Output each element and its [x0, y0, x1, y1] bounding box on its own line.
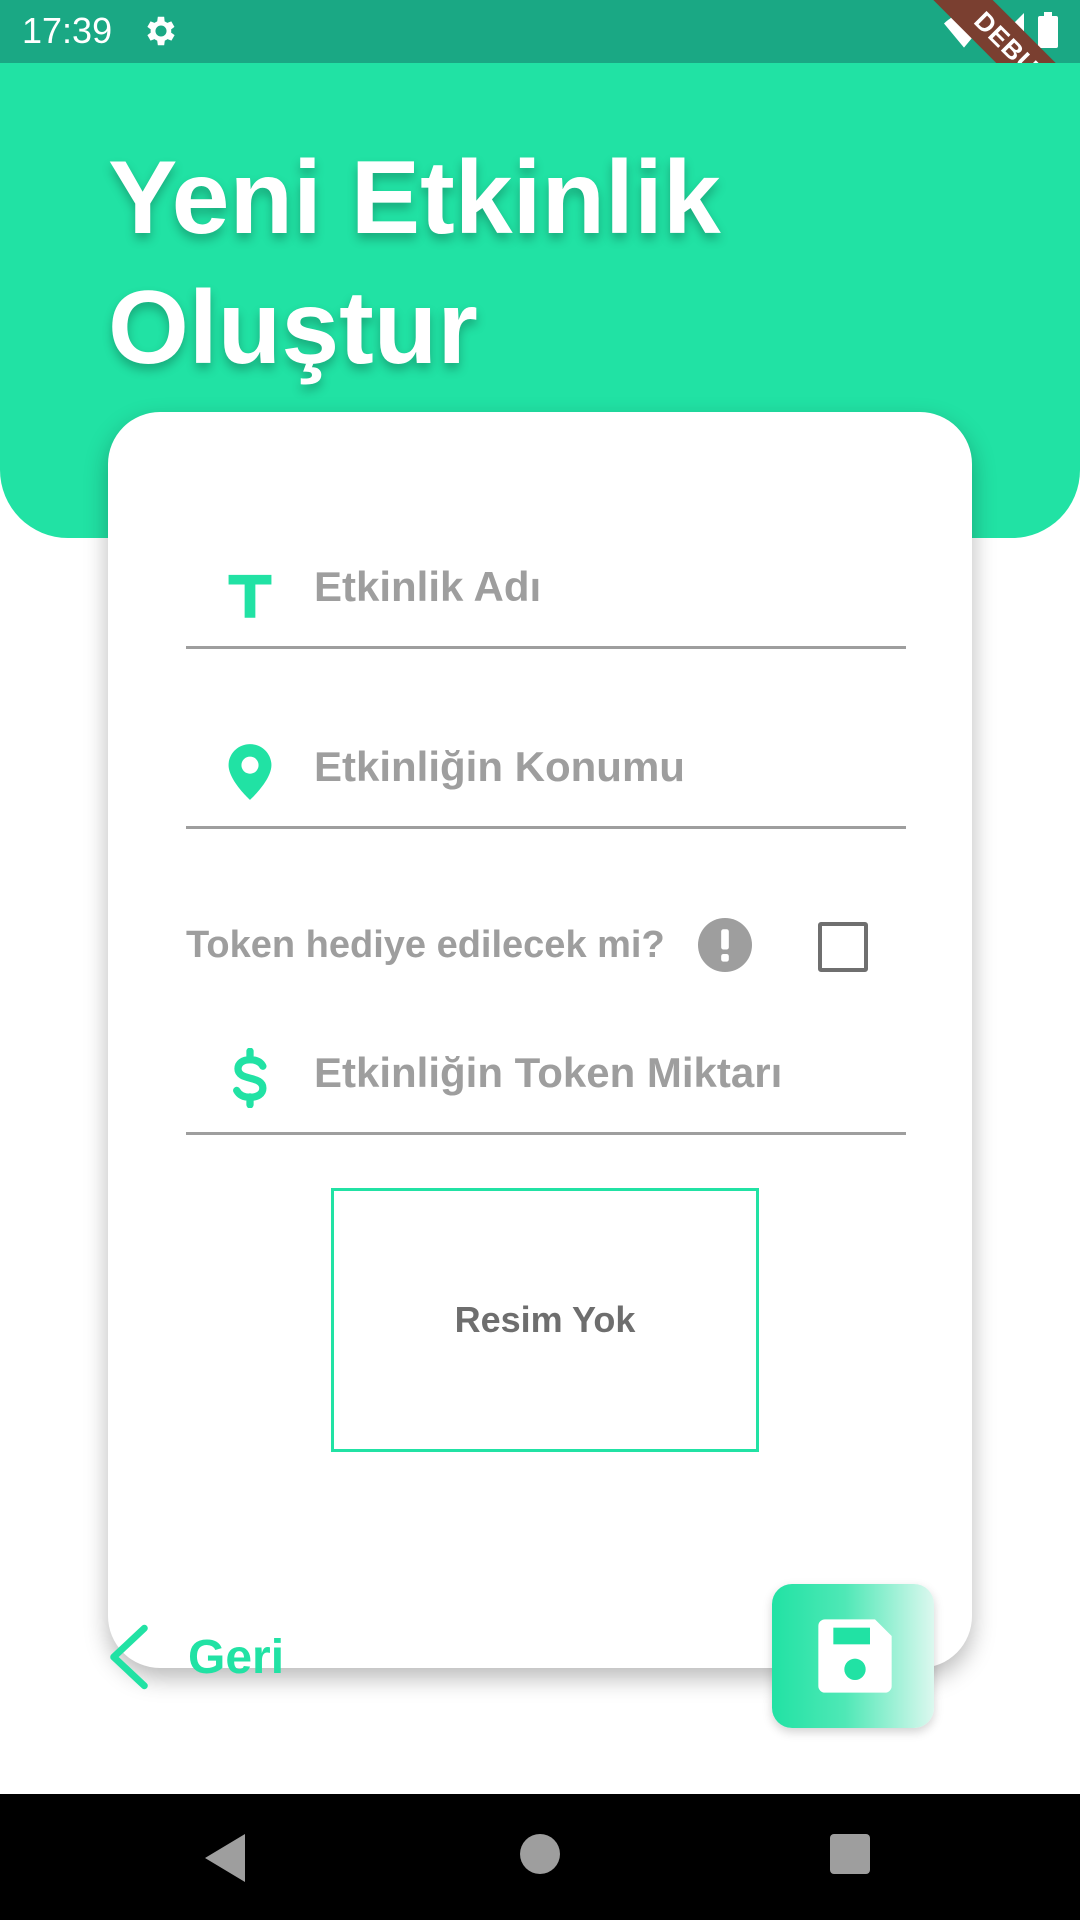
chevron-left-icon — [110, 1624, 148, 1690]
back-label: Geri — [188, 1631, 285, 1684]
nav-home-icon[interactable] — [520, 1834, 560, 1874]
token-gift-checkbox[interactable] — [818, 922, 868, 972]
token-amount-field — [186, 1012, 906, 1135]
back-button[interactable]: Geri — [106, 1622, 306, 1692]
event-location-input[interactable] — [312, 706, 896, 828]
page-title: Yeni Etkinlik Oluştur — [108, 140, 721, 386]
text-icon — [228, 574, 272, 618]
nav-bar — [0, 1794, 1080, 1920]
event-name-field — [186, 526, 906, 649]
gear-icon — [147, 16, 175, 46]
save-icon — [818, 1619, 892, 1693]
nav-recents-icon[interactable] — [830, 1834, 870, 1874]
image-picker-box[interactable]: Resim Yok — [331, 1188, 759, 1452]
battery-icon — [1038, 12, 1058, 48]
nav-back-icon[interactable] — [204, 1834, 246, 1882]
image-placeholder-label: Resim Yok — [454, 1299, 636, 1340]
info-icon[interactable] — [698, 918, 752, 972]
location-pin-icon — [228, 744, 272, 800]
event-name-input[interactable] — [312, 526, 896, 648]
token-gift-row: Token hediye edilecek mi? — [186, 912, 906, 982]
status-bar: 17:39 DEBUG — [0, 0, 1080, 158]
status-time: 17:39 — [22, 10, 113, 51]
save-button[interactable] — [772, 1584, 934, 1728]
dollar-icon — [233, 1048, 267, 1108]
event-form-card: Token hediye edilecek mi? Resim Yok — [108, 412, 972, 1668]
event-location-field — [186, 706, 906, 829]
token-gift-label: Token hediye edilecek mi? — [186, 924, 665, 966]
token-amount-input[interactable] — [312, 1012, 896, 1134]
